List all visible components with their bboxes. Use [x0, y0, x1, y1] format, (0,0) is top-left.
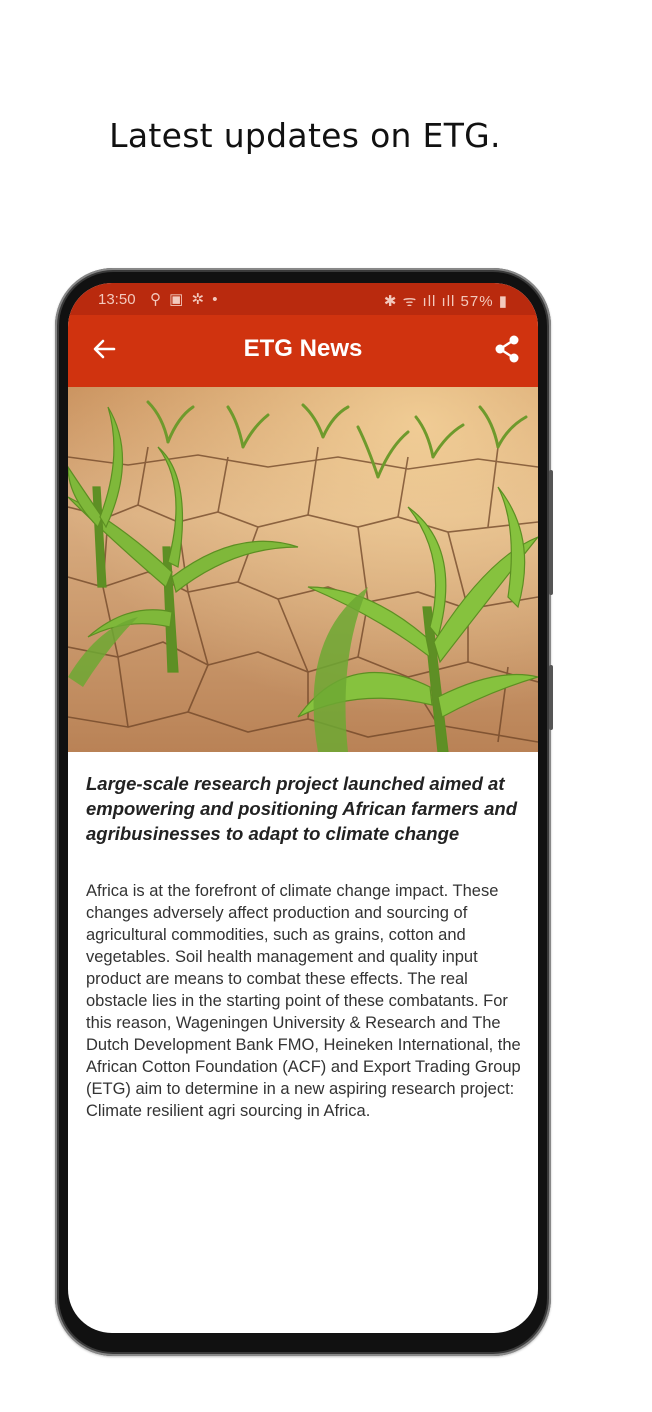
status-system-icons: ✱ ᯤ ıll ıll 57% ▮ [384, 291, 508, 311]
battery-icon: ▮ [498, 293, 508, 310]
app-bar-title: ETG News [243, 335, 363, 362]
battery-level: 57% [460, 293, 494, 310]
phone-volume-button [549, 470, 553, 595]
status-notification-icons: ⚲ ▣ ✲ • [150, 291, 220, 308]
app-bar: ETG News [68, 315, 538, 387]
status-bar: 13:50 ⚲ ▣ ✲ • ✱ ᯤ ıll ıll 57% ▮ [68, 283, 538, 315]
phone-screen: 13:50 ⚲ ▣ ✲ • ✱ ᯤ ıll ıll 57% ▮ ETG News [68, 283, 538, 1333]
page-headline: Latest updates on ETG. [109, 116, 501, 155]
share-button[interactable] [492, 333, 522, 365]
status-time: 13:50 [98, 291, 136, 308]
article-title: Large-scale research project launched ai… [86, 773, 518, 844]
signal-icons: ✱ ᯤ ıll ıll [383, 293, 456, 310]
phone-power-button [549, 665, 553, 730]
article-content: Large-scale research project launched ai… [86, 771, 526, 1122]
article-hero-image [68, 387, 538, 752]
share-icon [495, 335, 519, 363]
article-body: Africa is at the forefront of climate ch… [86, 882, 521, 1120]
